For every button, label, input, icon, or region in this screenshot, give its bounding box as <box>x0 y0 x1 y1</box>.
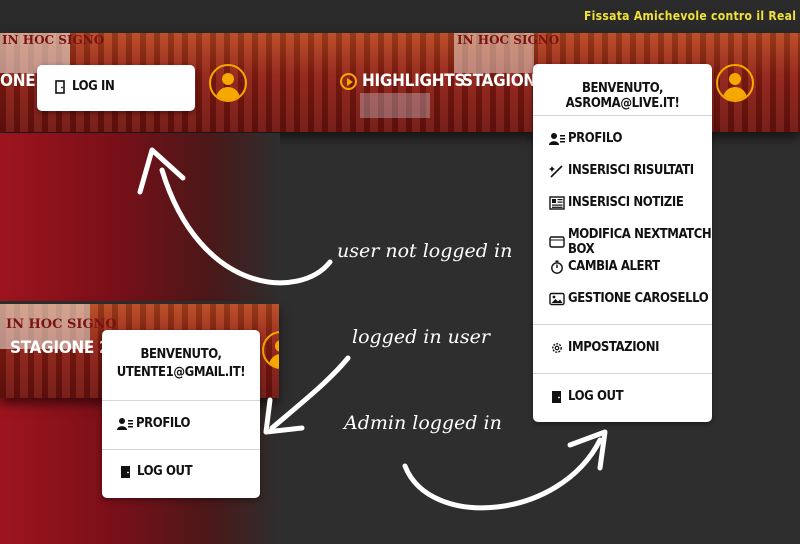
annotation-arrows <box>137 147 608 511</box>
annotation-not-logged: user not logged in <box>337 240 513 262</box>
annotation-logged: logged in user <box>352 326 490 348</box>
annotation-admin: Admin logged in <box>344 412 502 434</box>
